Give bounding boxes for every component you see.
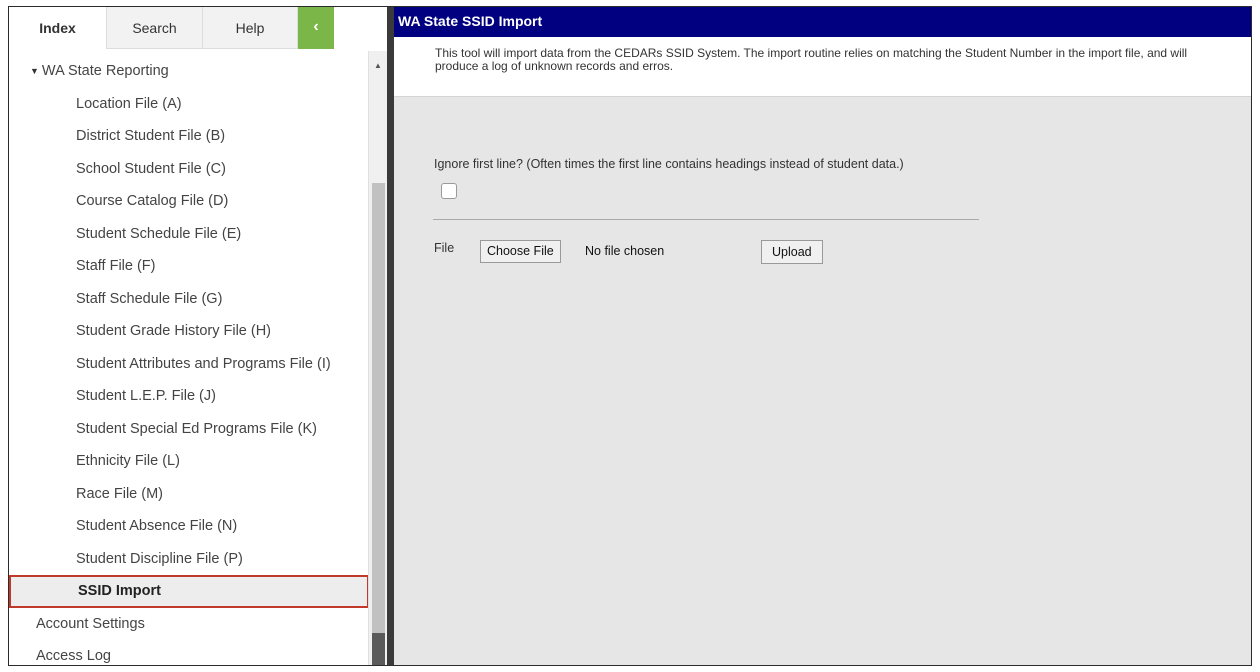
main-panel: WA State SSID Import This tool will impo… [394, 7, 1251, 665]
tree-item[interactable]: Ethnicity File (L) [9, 445, 369, 478]
tree-item[interactable]: Student Discipline File (P) [9, 543, 369, 576]
tree-scrollbar[interactable]: ▲ [368, 51, 387, 665]
choose-file-button[interactable]: Choose File [480, 240, 561, 263]
ignore-first-line-label: Ignore first line? (Often times the firs… [434, 157, 904, 171]
file-label: File [434, 241, 455, 255]
tree-item[interactable]: District Student File (B) [9, 120, 369, 153]
tree-folder-wa-state-reporting[interactable]: ▼ WA State Reporting [9, 55, 369, 88]
scroll-up-icon[interactable]: ▲ [369, 59, 387, 73]
tree-item[interactable]: Student L.E.P. File (J) [9, 380, 369, 413]
form-divider [433, 219, 979, 220]
tab-search[interactable]: Search [106, 7, 202, 49]
tree-item[interactable]: Staff File (F) [9, 250, 369, 283]
tree-item[interactable]: Student Schedule File (E) [9, 218, 369, 251]
app-window: Index Search Help ‹ ▼ WA State Reporting … [8, 6, 1252, 666]
tree-item[interactable]: School Student File (C) [9, 153, 369, 186]
index-tree: ▼ WA State Reporting Location File (A) Di… [9, 55, 369, 665]
caret-down-icon: ▼ [30, 66, 39, 76]
tree-item[interactable]: Student Attributes and Programs File (I) [9, 348, 369, 381]
panel-divider[interactable] [387, 7, 394, 665]
tree-item[interactable]: Race File (M) [9, 478, 369, 511]
tree-item[interactable]: Student Absence File (N) [9, 510, 369, 543]
tree-item-account-settings[interactable]: Account Settings [9, 608, 369, 641]
tree-item[interactable]: Location File (A) [9, 88, 369, 121]
page-title: WA State SSID Import [394, 7, 1251, 37]
tree-item[interactable]: Student Special Ed Programs File (K) [9, 413, 369, 446]
ignore-first-line-checkbox[interactable] [441, 183, 457, 199]
tree-folder-label: WA State Reporting [41, 63, 169, 79]
chevron-left-icon: ‹ [313, 18, 319, 35]
tree-item[interactable]: Staff Schedule File (G) [9, 283, 369, 316]
tool-description: This tool will import data from the CEDA… [394, 37, 1251, 97]
scroll-track-end [372, 633, 385, 665]
left-panel: Index Search Help ‹ ▼ WA State Reporting … [9, 7, 387, 665]
tab-index[interactable]: Index [9, 7, 106, 49]
tree-item-access-log[interactable]: Access Log [9, 640, 369, 665]
upload-button[interactable]: Upload [761, 240, 823, 264]
tab-help[interactable]: Help [202, 7, 298, 49]
panel-tabs: Index Search Help ‹ [9, 7, 387, 51]
tree-item-ssid-import[interactable]: SSID Import [9, 575, 369, 608]
scroll-thumb[interactable] [372, 183, 385, 633]
tree-item[interactable]: Course Catalog File (D) [9, 185, 369, 218]
collapse-panel-button[interactable]: ‹ [298, 7, 334, 49]
file-status: No file chosen [585, 244, 665, 258]
tree-item[interactable]: Student Grade History File (H) [9, 315, 369, 348]
